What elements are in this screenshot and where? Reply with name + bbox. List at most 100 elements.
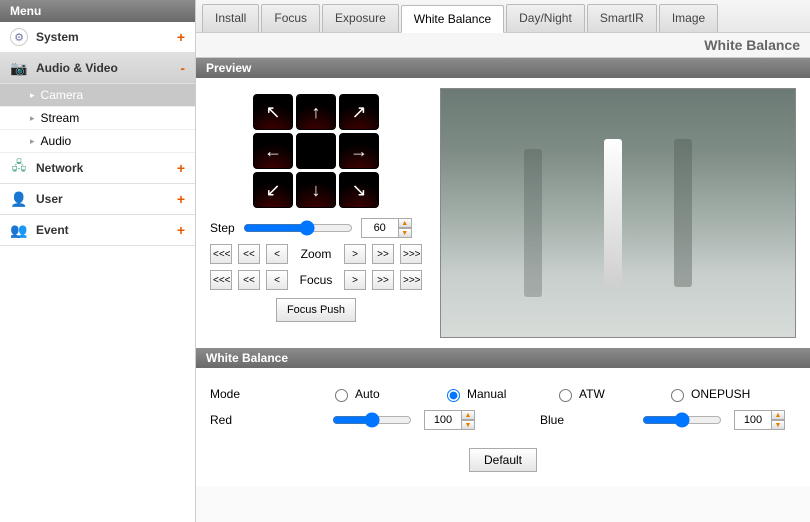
mode-onepush-radio[interactable] bbox=[671, 389, 684, 402]
menu-header: Menu bbox=[0, 0, 195, 22]
step-input[interactable] bbox=[361, 218, 399, 238]
blue-slider[interactable] bbox=[642, 412, 722, 428]
tab-exposure[interactable]: Exposure bbox=[322, 4, 399, 32]
gear-icon bbox=[10, 28, 28, 46]
blue-label: Blue bbox=[540, 413, 640, 427]
pan-down-button[interactable]: ↓ bbox=[296, 172, 336, 208]
preview-body: ↖ ↑ ↗ ← → ↙ ↓ ↘ Step ▲ bbox=[196, 78, 810, 348]
pan-down-right-button[interactable]: ↘ bbox=[339, 172, 379, 208]
chevron-right-icon: ▸ bbox=[30, 136, 35, 147]
direction-pad: ↖ ↑ ↗ ← → ↙ ↓ ↘ bbox=[253, 94, 379, 208]
video-preview bbox=[440, 88, 796, 338]
mode-onepush-label: ONEPUSH bbox=[691, 387, 750, 401]
red-label: Red bbox=[210, 413, 310, 427]
tab-focus[interactable]: Focus bbox=[261, 4, 320, 32]
red-up-button[interactable]: ▲ bbox=[461, 410, 475, 420]
focus-row: <<< << < Focus > >> >>> bbox=[210, 270, 422, 290]
blue-input[interactable] bbox=[734, 410, 772, 430]
focus-fwd-3-button[interactable]: >>> bbox=[400, 270, 422, 290]
focus-back-1-button[interactable]: < bbox=[266, 270, 288, 290]
focus-label: Focus bbox=[294, 273, 338, 287]
main-panel: Install Focus Exposure White Balance Day… bbox=[196, 0, 810, 522]
user-icon bbox=[10, 190, 28, 208]
zoom-fwd-3-button[interactable]: >>> bbox=[400, 244, 422, 264]
submenu-label: Camera bbox=[41, 88, 84, 102]
page-title: White Balance bbox=[196, 33, 810, 58]
zoom-fwd-1-button[interactable]: > bbox=[344, 244, 366, 264]
collapse-icon: - bbox=[180, 60, 185, 76]
focus-back-2-button[interactable]: << bbox=[238, 270, 260, 290]
mode-manual-label: Manual bbox=[467, 387, 506, 401]
mode-auto-option[interactable]: Auto bbox=[330, 386, 430, 402]
ptz-controls: ↖ ↑ ↗ ← → ↙ ↓ ↘ Step ▲ bbox=[206, 88, 426, 338]
event-icon bbox=[10, 221, 28, 239]
tab-image[interactable]: Image bbox=[659, 4, 718, 32]
zoom-fwd-2-button[interactable]: >> bbox=[372, 244, 394, 264]
camera-icon bbox=[10, 59, 28, 77]
submenu-label: Stream bbox=[41, 111, 80, 125]
menu-item-audio-video[interactable]: Audio & Video - bbox=[0, 53, 195, 84]
step-label: Step bbox=[210, 221, 235, 235]
color-row: Red ▲ ▼ Blue bbox=[210, 410, 796, 430]
red-down-button[interactable]: ▼ bbox=[461, 420, 475, 430]
sidebar: Menu System + Audio & Video - ▸ Camera ▸… bbox=[0, 0, 196, 522]
tab-smartir[interactable]: SmartIR bbox=[587, 4, 657, 32]
zoom-row: <<< << < Zoom > >> >>> bbox=[210, 244, 422, 264]
expand-icon: + bbox=[177, 29, 185, 45]
expand-icon: + bbox=[177, 191, 185, 207]
submenu-audio[interactable]: ▸ Audio bbox=[0, 130, 195, 153]
submenu-camera[interactable]: ▸ Camera bbox=[0, 84, 195, 107]
menu-label: System bbox=[36, 30, 79, 44]
focus-fwd-1-button[interactable]: > bbox=[344, 270, 366, 290]
blue-up-button[interactable]: ▲ bbox=[771, 410, 785, 420]
focus-push-button[interactable]: Focus Push bbox=[276, 298, 356, 322]
menu-item-event[interactable]: Event + bbox=[0, 215, 195, 246]
red-slider[interactable] bbox=[332, 412, 412, 428]
wb-body: Mode Auto Manual ATW ONEPUSH bbox=[196, 368, 810, 486]
mode-auto-label: Auto bbox=[355, 387, 380, 401]
submenu-label: Audio bbox=[41, 134, 72, 148]
tab-white-balance[interactable]: White Balance bbox=[401, 5, 504, 33]
pan-up-right-button[interactable]: ↗ bbox=[339, 94, 379, 130]
pan-up-left-button[interactable]: ↖ bbox=[253, 94, 293, 130]
expand-icon: + bbox=[177, 160, 185, 176]
mode-onepush-option[interactable]: ONEPUSH bbox=[666, 386, 750, 402]
step-slider[interactable] bbox=[243, 220, 353, 236]
default-button[interactable]: Default bbox=[469, 448, 537, 472]
step-down-button[interactable]: ▼ bbox=[398, 228, 412, 238]
pan-center-button[interactable] bbox=[296, 133, 336, 169]
blue-down-button[interactable]: ▼ bbox=[771, 420, 785, 430]
menu-label: Network bbox=[36, 161, 83, 175]
wb-header: White Balance bbox=[196, 348, 810, 368]
tab-bar: Install Focus Exposure White Balance Day… bbox=[196, 0, 810, 33]
mode-atw-option[interactable]: ATW bbox=[554, 386, 654, 402]
chevron-right-icon: ▸ bbox=[30, 90, 35, 101]
step-up-button[interactable]: ▲ bbox=[398, 218, 412, 228]
menu-label: Event bbox=[36, 223, 69, 237]
pan-left-button[interactable]: ← bbox=[253, 133, 293, 169]
tab-day-night[interactable]: Day/Night bbox=[506, 4, 585, 32]
menu-item-system[interactable]: System + bbox=[0, 22, 195, 53]
zoom-back-1-button[interactable]: < bbox=[266, 244, 288, 264]
pan-up-button[interactable]: ↑ bbox=[296, 94, 336, 130]
zoom-back-3-button[interactable]: <<< bbox=[210, 244, 232, 264]
mode-manual-option[interactable]: Manual bbox=[442, 386, 542, 402]
mode-row: Mode Auto Manual ATW ONEPUSH bbox=[210, 386, 796, 402]
menu-item-user[interactable]: User + bbox=[0, 184, 195, 215]
focus-back-3-button[interactable]: <<< bbox=[210, 270, 232, 290]
pan-right-button[interactable]: → bbox=[339, 133, 379, 169]
network-icon bbox=[10, 159, 28, 177]
pan-down-left-button[interactable]: ↙ bbox=[253, 172, 293, 208]
submenu-stream[interactable]: ▸ Stream bbox=[0, 107, 195, 130]
focus-fwd-2-button[interactable]: >> bbox=[372, 270, 394, 290]
tab-install[interactable]: Install bbox=[202, 4, 259, 32]
menu-label: Audio & Video bbox=[36, 61, 118, 75]
mode-manual-radio[interactable] bbox=[447, 389, 460, 402]
mode-atw-radio[interactable] bbox=[559, 389, 572, 402]
menu-item-network[interactable]: Network + bbox=[0, 153, 195, 184]
mode-auto-radio[interactable] bbox=[335, 389, 348, 402]
zoom-back-2-button[interactable]: << bbox=[238, 244, 260, 264]
chevron-right-icon: ▸ bbox=[30, 113, 35, 124]
zoom-label: Zoom bbox=[294, 247, 338, 261]
red-input[interactable] bbox=[424, 410, 462, 430]
